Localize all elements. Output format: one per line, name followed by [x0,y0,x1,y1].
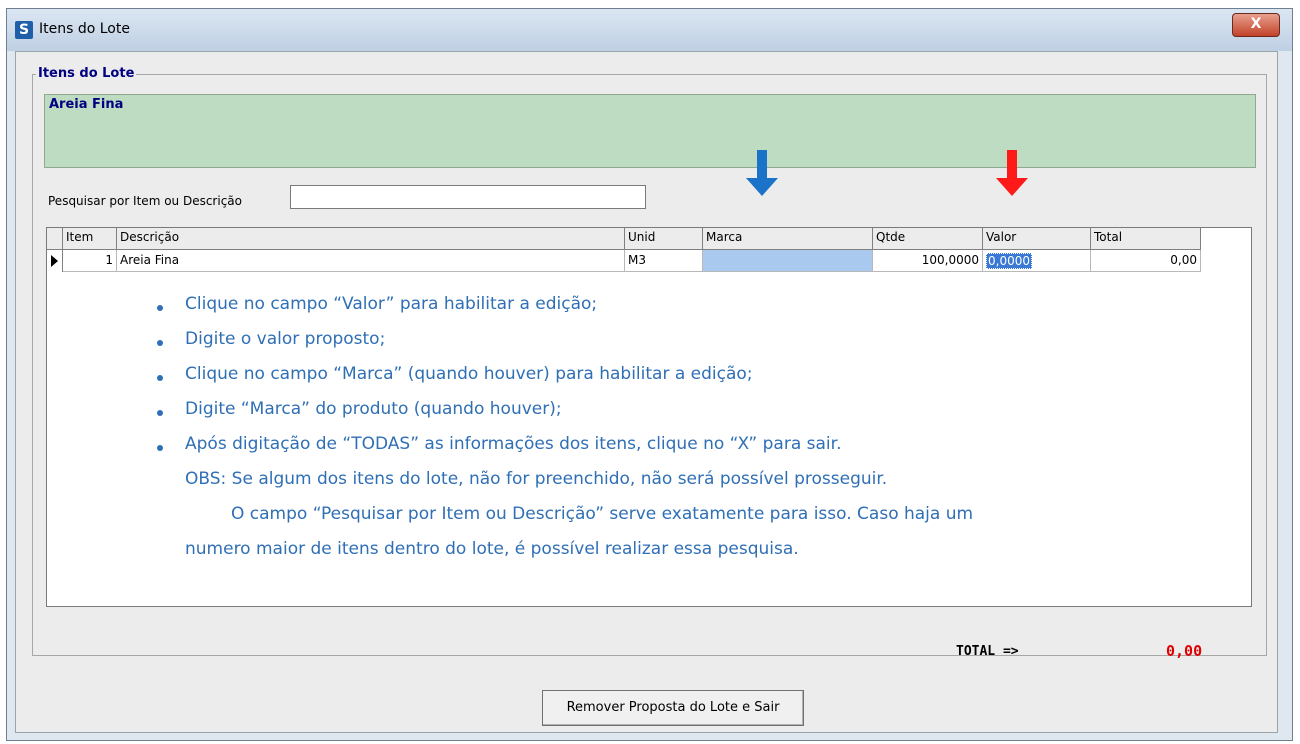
search-input[interactable] [290,185,646,209]
instruction-line: Clique no campo “Marca” (quando houver) … [185,364,753,384]
instruction-line: Após digitação de “TODAS” as informações… [185,434,842,454]
bullet-dot [157,445,163,451]
total-label: TOTAL => [956,644,1019,659]
cell-item[interactable]: 1 [63,250,117,272]
remove-proposal-button[interactable]: Remover Proposta do Lote e Sair [542,690,804,726]
search-label: Pesquisar por Item ou Descrição [48,194,242,208]
valor-edit-field[interactable]: 0,0000 [986,253,1032,269]
column-header-qtde[interactable]: Qtde [873,228,983,250]
obs-line-2: O campo “Pesquisar por Item ou Descrição… [231,504,974,524]
dialog-window: S Itens do Lote X Itens do Lote Areia Fi… [6,8,1293,741]
cell-unid[interactable]: M3 [625,250,703,272]
dialog-client-area: Itens do Lote Areia Fina Pesquisar por I… [15,51,1278,733]
column-header-valor[interactable]: Valor [983,228,1091,250]
lot-description: Areia Fina [49,97,124,112]
bullet-dot [157,305,163,311]
cell-qtde[interactable]: 100,0000 [873,250,983,272]
instruction-line: Clique no campo “Valor” para habilitar a… [185,294,598,314]
obs-line-3: numero maior de itens dentro do lote, é … [185,539,799,559]
instruction-line: Digite “Marca” do produto (quando houver… [185,399,562,419]
bullet-dot [157,375,163,381]
close-button[interactable]: X [1232,13,1280,37]
lot-description-box: Areia Fina [44,94,1256,168]
column-header-total[interactable]: Total [1091,228,1201,250]
obs-line: OBS: Se algum dos itens do lote, não for… [185,469,888,489]
cell-marca[interactable] [703,250,873,272]
column-header-item[interactable]: Item [63,228,117,250]
column-header-indicator [47,228,63,250]
instruction-line: Digite o valor proposto; [185,329,386,349]
column-header-descricao[interactable]: Descrição [117,228,625,250]
items-grid: Item Descrição Unid Marca Qtde Valor Tot… [46,227,1252,607]
column-header-marca[interactable]: Marca [703,228,873,250]
cell-total[interactable]: 0,00 [1091,250,1201,272]
row-indicator [47,250,63,272]
cell-descricao[interactable]: Areia Fina [117,250,625,272]
app-icon: S [15,21,33,39]
column-header-unid[interactable]: Unid [625,228,703,250]
bullet-dot [157,410,163,416]
group-label: Itens do Lote [36,66,137,81]
row-indicator-icon [51,255,58,267]
total-value: 0,00 [1166,642,1203,660]
window-title: Itens do Lote [39,21,130,37]
bullet-dot [157,340,163,346]
cell-valor[interactable]: 0,0000 [983,250,1091,272]
title-bar[interactable]: S Itens do Lote X [7,9,1292,51]
